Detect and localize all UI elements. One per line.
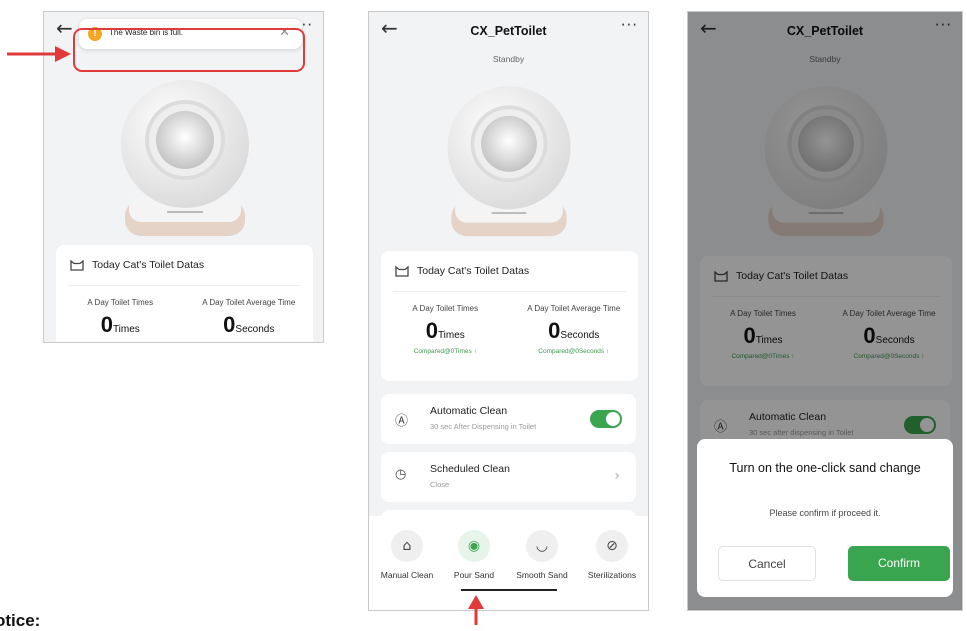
card-heading: Today Cat's Toilet Datas (92, 259, 205, 271)
toilet-times-stat: A Day Toilet Times 0Times (56, 298, 185, 338)
litter-box-image (107, 78, 263, 244)
average-time-stat: A Day Toilet Average Time 0Seconds Compa… (510, 304, 639, 355)
automatic-clean-row: Ⓐ Automatic Clean 30 sec After Dispensin… (381, 394, 636, 444)
page-title: CX_PetToilet (470, 24, 547, 38)
divider (68, 285, 301, 286)
stat-unit: Times (112, 324, 140, 335)
manual-clean-button[interactable]: ⌂ Manual Clean (372, 530, 442, 580)
action-label: Manual Clean (380, 570, 434, 580)
pour-sand-button[interactable]: ◉ Pour Sand (439, 530, 509, 580)
litter-box-image (434, 84, 584, 244)
stat-unit: Seconds (560, 330, 600, 341)
scheduled-clean-row[interactable]: ◷ Scheduled Clean Close › (381, 452, 636, 502)
screen-main: ← CX_PetToilet ··· Standby Today Cat's T… (368, 11, 649, 611)
toilet-data-card: Today Cat's Toilet Datas A Day Toilet Ti… (381, 251, 638, 381)
alarm-clock-icon: ◷ (395, 467, 407, 482)
sand-change-confirm-dialog: Turn on the one-click sand change Please… (697, 439, 953, 597)
times-comparison: Compared@0Times ↑ (413, 348, 477, 355)
sterilizations-button[interactable]: ⊘ Sterilizations (577, 530, 647, 580)
device-status: Standby (492, 54, 525, 64)
auto-clean-icon: Ⓐ (395, 414, 409, 429)
action-label: Smooth Sand (516, 570, 568, 580)
card-heading: Today Cat's Toilet Datas (417, 265, 530, 277)
screen-confirm-dialog: ← CX_PetToilet ··· Standby Today Cat's T… (687, 11, 963, 611)
toggle-knob (606, 412, 620, 426)
dialog-message: Please confirm if proceed it. (769, 508, 881, 518)
action-label: Sterilizations (587, 570, 637, 580)
stat-number: 0 (100, 312, 113, 337)
stat-label: A Day Toilet Times (412, 304, 479, 313)
toilet-data-card: Today Cat's Toilet Datas A Day Toilet Ti… (56, 245, 314, 342)
dialog-title: Turn on the one-click sand change (729, 461, 921, 475)
quick-actions-bar: ⌂ Manual Clean ◉ Pour Sand ◡ Smooth Sand… (369, 516, 648, 610)
smooth-sand-button[interactable]: ◡ Smooth Sand (507, 530, 577, 580)
stat-unit: Seconds (235, 324, 275, 335)
scheduled-clean-subtitle: Close (430, 480, 450, 489)
stat-number: 0 (548, 318, 561, 343)
stat-number: 0 (425, 318, 438, 343)
divider (393, 291, 626, 292)
pour-sand-icon: ◉ (458, 530, 490, 562)
action-label: Pour Sand (453, 570, 495, 580)
auto-clean-subtitle: 30 sec After Dispensing in Toilet (430, 422, 537, 431)
scheduled-clean-title: Scheduled Clean (430, 463, 510, 475)
top-bar: ← CX_PetToilet ··· (369, 12, 648, 52)
notification-highlight-box (73, 28, 305, 72)
average-time-stat: A Day Toilet Average Time 0Seconds (185, 298, 314, 338)
confirm-button[interactable]: Confirm (848, 546, 950, 581)
auto-clean-toggle[interactable] (590, 410, 622, 428)
smooth-sand-icon: ◡ (526, 530, 558, 562)
more-options-icon[interactable]: ··· (621, 16, 638, 34)
notice-heading: otice: (0, 611, 41, 630)
seconds-comparison: Compared@0Seconds ↑ (538, 348, 610, 355)
sterilization-icon: ⊘ (596, 530, 628, 562)
cancel-button[interactable]: Cancel (718, 546, 816, 581)
broom-icon: ⌂ (391, 530, 423, 562)
stat-unit: Times (437, 330, 465, 341)
stat-label: A Day Toilet Average Time (527, 304, 621, 313)
stat-number: 0 (223, 312, 236, 337)
stat-label: A Day Toilet Times (87, 298, 154, 307)
cat-icon (70, 259, 84, 271)
chevron-right-icon: › (614, 468, 620, 484)
auto-clean-title: Automatic Clean (430, 405, 508, 417)
stat-label: A Day Toilet Average Time (202, 298, 296, 307)
annotation-arrow-up (468, 595, 484, 625)
cat-icon (395, 265, 409, 277)
annotation-arrow-right (7, 46, 71, 62)
toilet-times-stat: A Day Toilet Times 0Times Compared@0Time… (381, 304, 510, 355)
scroll-indicator (461, 589, 557, 591)
